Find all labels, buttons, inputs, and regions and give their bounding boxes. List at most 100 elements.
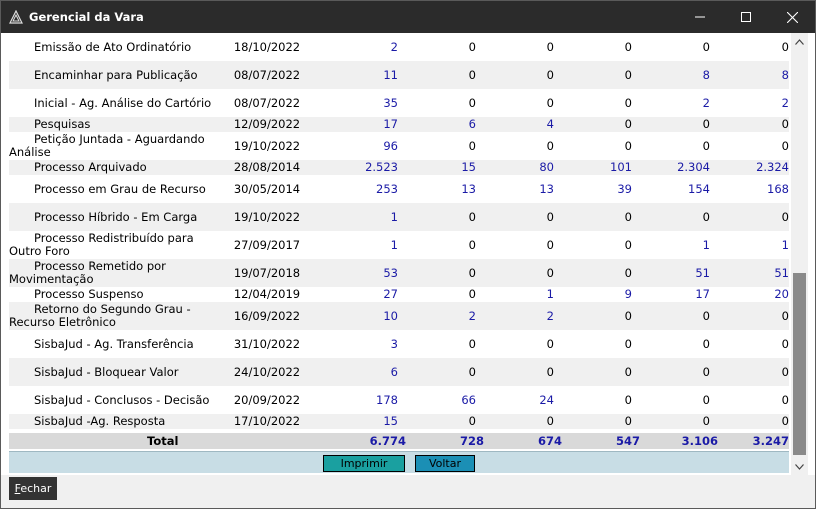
table-row[interactable]: Petição Juntada - Aguardando Análise 19/1… (9, 132, 789, 160)
row-value[interactable]: 66 (398, 386, 476, 414)
row-value: 0 (468, 67, 476, 82)
table-row[interactable]: Processo Redistribuído para Outro Foro 27… (9, 231, 789, 259)
row-value[interactable]: 2 (476, 302, 554, 330)
row-value[interactable]: 15 (398, 160, 476, 175)
scroll-up-button[interactable] (791, 33, 808, 50)
close-window-button[interactable] (769, 1, 815, 33)
row-value[interactable]: 2.523 (317, 160, 398, 175)
row-name: Processo Redistribuído para Outro Foro (9, 231, 194, 258)
row-value: 0 (624, 392, 632, 407)
row-value[interactable]: 1 (317, 203, 398, 231)
row-value[interactable]: 253 (317, 175, 398, 203)
row-value[interactable]: 1 (476, 287, 554, 302)
row-value[interactable]: 1 (317, 231, 398, 259)
row-name: Petição Juntada - Aguardando Análise (9, 132, 205, 159)
row-value[interactable]: 6 (398, 117, 476, 132)
table-row[interactable]: Emissão de Ato Ordinatório 18/10/2022 2 0 0 0… (9, 33, 789, 61)
row-value[interactable]: 10 (317, 302, 398, 330)
row-value[interactable]: 6 (317, 358, 398, 386)
row-value: 0 (546, 39, 554, 54)
minimize-button[interactable] (677, 1, 723, 33)
table-row[interactable]: Processo Suspenso 12/04/2019 27 0 1 9 17 20 (9, 287, 789, 302)
row-value[interactable]: 2 (710, 89, 789, 117)
row-value[interactable]: 4 (476, 117, 554, 132)
total-value: 3.106 (681, 434, 718, 448)
table-row[interactable]: Pesquisas 12/09/2022 17 6 4 0 0 0 (9, 117, 789, 132)
table-row[interactable]: Processo Híbrido - Em Carga 19/10/2022 1 0 0… (9, 203, 789, 231)
row-value[interactable]: 2 (632, 89, 710, 117)
table-row[interactable]: Retorno do Segundo Grau - Recurso Eletrô… (9, 302, 789, 330)
back-button[interactable]: Voltar (415, 455, 475, 472)
row-value[interactable]: 101 (554, 160, 632, 175)
row-value: 0 (468, 287, 476, 301)
row-value[interactable]: 154 (632, 175, 710, 203)
row-value[interactable]: 39 (554, 175, 632, 203)
row-value: 0 (624, 237, 632, 252)
row-value[interactable]: 13 (398, 175, 476, 203)
maximize-icon (741, 12, 751, 22)
row-value[interactable]: 9 (554, 287, 632, 302)
row-name: SisbaJud - Bloquear Valor (34, 364, 179, 379)
row-name: Pesquisas (34, 117, 91, 131)
table-row[interactable]: SisbaJud - Bloquear Valor 24/10/2022 6 0 0 0 0… (9, 358, 789, 386)
row-value: 0 (781, 209, 789, 224)
row-value[interactable]: 168 (710, 175, 789, 203)
row-value[interactable]: 51 (710, 259, 789, 287)
table-row[interactable]: Processo Remetido por Movimentação 19/07/… (9, 259, 789, 287)
row-value[interactable]: 96 (317, 132, 398, 160)
action-bar: Imprimir Voltar (9, 451, 789, 473)
row-value[interactable]: 35 (317, 89, 398, 117)
row-value[interactable]: 1 (632, 231, 710, 259)
row-value[interactable]: 17 (632, 287, 710, 302)
row-value[interactable]: 53 (317, 259, 398, 287)
row-value[interactable]: 2.304 (632, 160, 710, 175)
total-value: 6.774 (369, 434, 406, 448)
row-value: 0 (624, 414, 632, 428)
table-row[interactable]: SisbaJud -Ag. Resposta 17/10/2022 15 0 0 0 0 0 (9, 414, 789, 429)
row-value[interactable]: 2.324 (710, 160, 789, 175)
table-row[interactable]: SisbaJud - Conclusos - Decisão 20/09/2022… (9, 386, 789, 414)
vertical-scrollbar[interactable] (791, 33, 808, 475)
table-row[interactable]: Processo Arquivado 28/08/2014 2.523 15 80 101… (9, 160, 789, 175)
row-value[interactable]: 2 (317, 33, 398, 61)
total-row: Total 6.774 728 674 547 3.106 3.247 (9, 433, 789, 449)
row-value[interactable]: 27 (317, 287, 398, 302)
row-value: 0 (546, 67, 554, 82)
row-value[interactable]: 24 (476, 386, 554, 414)
row-value[interactable]: 178 (317, 386, 398, 414)
row-value[interactable]: 8 (710, 61, 789, 89)
row-value[interactable]: 51 (632, 259, 710, 287)
scroll-down-button[interactable] (791, 458, 808, 475)
close-button[interactable]: Fechar (9, 477, 57, 500)
report-table[interactable]: Emissão de Ato Ordinatório 18/10/2022 2 0 0 0… (9, 33, 789, 449)
row-value[interactable]: 2 (398, 302, 476, 330)
maximize-button[interactable] (723, 1, 769, 33)
table-row[interactable]: Encaminhar para Publicação 08/07/2022 11 0 0… (9, 61, 789, 89)
row-value: 0 (468, 138, 476, 153)
row-value[interactable]: 13 (476, 175, 554, 203)
row-name: Processo Híbrido - Em Carga (34, 209, 198, 224)
total-value: 674 (537, 434, 562, 448)
table-row[interactable]: Processo em Grau de Recurso 30/05/2014 253… (9, 175, 789, 203)
print-button[interactable]: Imprimir (323, 455, 405, 472)
row-value[interactable]: 1 (710, 231, 789, 259)
app-window: Gerencial da Vara Emissão de Ato Ordinat… (0, 0, 816, 509)
table-row[interactable]: Inicial - Ag. Análise do Cartório 08/07/2… (9, 89, 789, 117)
row-name: SisbaJud -Ag. Resposta (34, 414, 166, 428)
row-value[interactable]: 8 (632, 61, 710, 89)
row-name: Retorno do Segundo Grau - Recurso Eletrô… (9, 302, 191, 329)
row-value[interactable]: 3 (317, 330, 398, 358)
row-value[interactable]: 11 (317, 61, 398, 89)
row-value[interactable]: 15 (317, 414, 398, 429)
row-value[interactable]: 17 (317, 117, 398, 132)
row-value: 0 (781, 117, 789, 131)
row-value[interactable]: 80 (476, 160, 554, 175)
row-name: SisbaJud - Ag. Transferência (34, 336, 194, 351)
row-value: 0 (468, 414, 476, 428)
scroll-thumb[interactable] (793, 273, 806, 455)
title-bar[interactable]: Gerencial da Vara (1, 1, 815, 33)
row-value: 0 (546, 95, 554, 110)
row-value: 0 (624, 117, 632, 131)
row-value[interactable]: 20 (710, 287, 789, 302)
table-row[interactable]: SisbaJud - Ag. Transferência 31/10/2022 3 0… (9, 330, 789, 358)
